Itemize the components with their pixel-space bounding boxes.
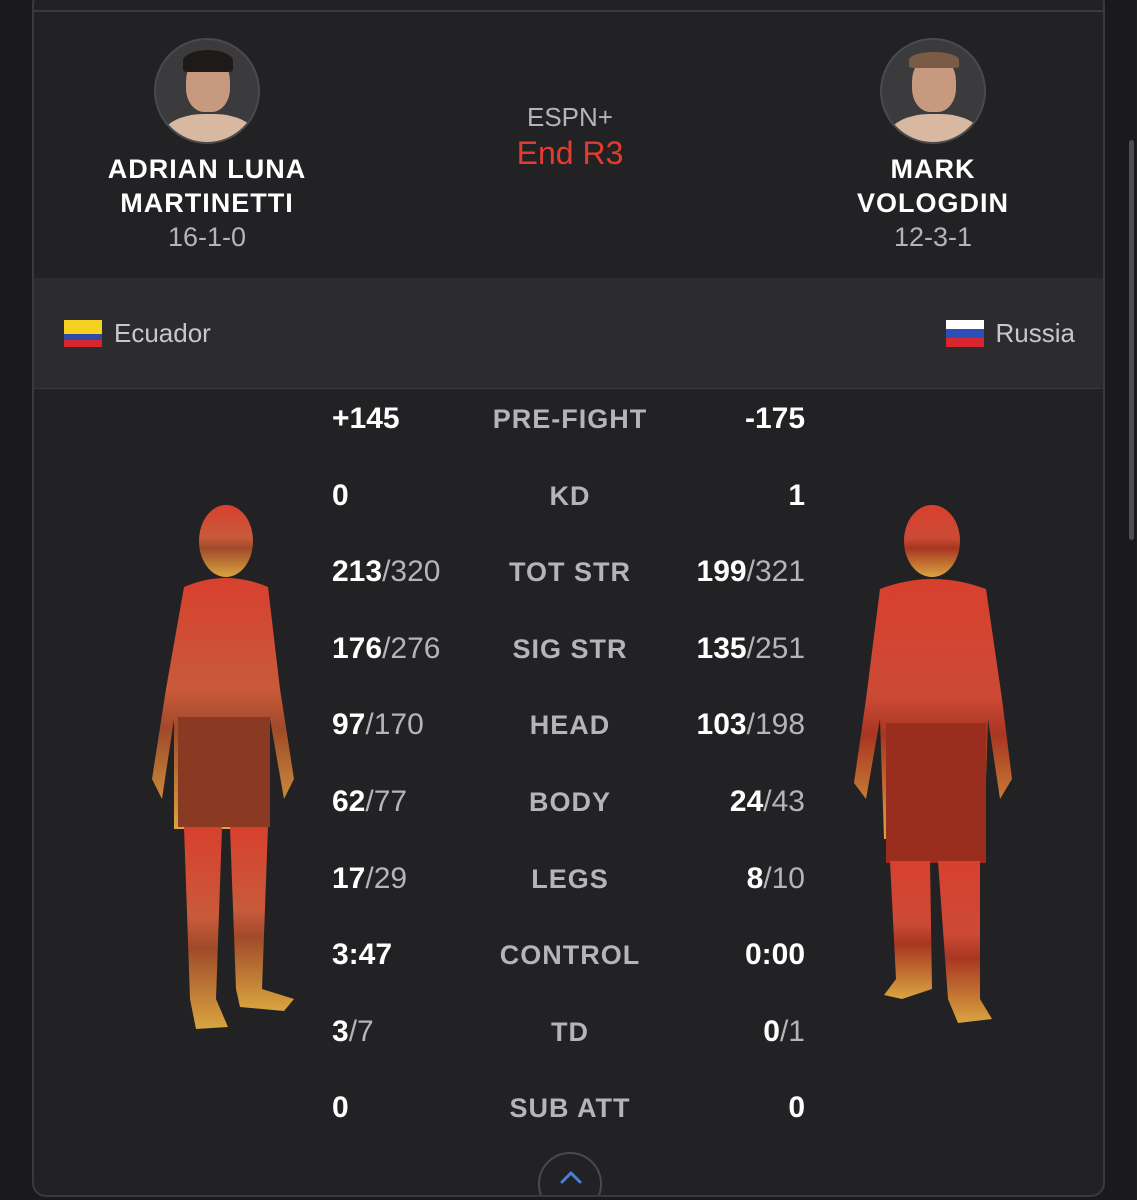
- stat-left-num: 213: [332, 555, 383, 589]
- fighter-left-country: Ecuador: [64, 318, 211, 349]
- stat-label: CONTROL: [499, 940, 641, 971]
- fighter-left-name-line2: MARTINETTI: [120, 188, 294, 218]
- fighter-left-name: ADRIAN LUNA MARTINETTI: [77, 152, 337, 220]
- fighter-right-name-line2: VOLOGDIN: [856, 188, 1009, 218]
- stat-right-value: -175: [745, 399, 805, 439]
- stat-right-value: 24/43: [730, 782, 805, 822]
- stat-left-den: /170: [365, 708, 424, 742]
- fighter-right[interactable]: MARK VOLOGDIN 12-3-1: [803, 38, 1063, 254]
- stat-left-value: 17/29: [332, 859, 407, 899]
- stat-row: +145 PRE-FIGHT -175: [34, 399, 1103, 439]
- stat-left-den: /320: [382, 555, 441, 589]
- fight-card: ADRIAN LUNA MARTINETTI 16-1-0 ESPN+ End …: [32, 0, 1105, 1197]
- stat-right-value: 0:00: [745, 935, 805, 975]
- stat-right-den: /1: [779, 1014, 805, 1048]
- stat-left-num: 0: [332, 478, 349, 512]
- fighter-right-record: 12-3-1: [893, 222, 973, 252]
- stat-right-num: 135: [696, 631, 747, 665]
- stat-label: TD: [551, 1016, 589, 1047]
- stat-row: 3:47 CONTROL 0:00: [34, 935, 1103, 975]
- stat-right-num: 0: [763, 1014, 780, 1048]
- stat-right-value: 135/251: [697, 629, 805, 669]
- scrollbar[interactable]: [1129, 140, 1134, 540]
- ecuador-flag-icon: [64, 320, 102, 347]
- stat-left-num: +145: [332, 402, 400, 435]
- stat-right-value: 0: [788, 1088, 805, 1128]
- stat-row: 176/276 SIG STR 135/251: [34, 629, 1103, 669]
- stat-left-value: 3:47: [332, 935, 392, 975]
- stat-right-den: /10: [763, 861, 805, 895]
- fighter-left[interactable]: ADRIAN LUNA MARTINETTI 16-1-0: [77, 38, 337, 254]
- stat-right-value: 103/198: [697, 705, 805, 745]
- stat-label: HEAD: [529, 710, 611, 741]
- stat-right-value: 1: [788, 476, 805, 516]
- stat-right-num: 1: [788, 478, 805, 512]
- country-bar: Ecuador Russia: [34, 278, 1103, 389]
- stat-label: KD: [549, 480, 591, 511]
- stat-left-num: 3: [332, 1014, 349, 1048]
- russia-flag-icon: [945, 320, 984, 347]
- broadcast-network: ESPN+: [527, 102, 613, 132]
- stat-right-den: /251: [746, 631, 805, 665]
- fighter-left-country-name: Ecuador: [114, 318, 211, 348]
- stat-left-num: 176: [332, 631, 383, 665]
- stat-left-value: 97/170: [332, 705, 424, 745]
- stat-left-value: 3/7: [332, 1012, 374, 1052]
- stat-right-num: 24: [729, 785, 764, 818]
- fighter-right-avatar: [880, 38, 986, 144]
- stat-right-value: 0/1: [763, 1012, 805, 1052]
- stat-left-den: /276: [382, 631, 441, 665]
- stat-left-den: /29: [365, 861, 408, 895]
- fighter-right-country-name: Russia: [995, 318, 1075, 348]
- stat-label: TOT STR: [508, 557, 631, 588]
- stat-right-den: /198: [746, 708, 805, 742]
- stat-row: 17/29 LEGS 8/10: [34, 859, 1103, 899]
- fighter-left-avatar: [154, 38, 260, 144]
- stat-left-num: 17: [332, 861, 366, 895]
- fighter-right-country: Russia: [945, 318, 1075, 349]
- stat-label: PRE-FIGHT: [492, 404, 648, 434]
- stat-left-value: 213/320: [332, 552, 440, 592]
- stat-row: 62/77 BODY 24/43: [34, 782, 1103, 822]
- stat-row: 213/320 TOT STR 199/321: [34, 552, 1103, 592]
- stat-right-den: /43: [763, 785, 805, 818]
- stat-left-value: 0: [332, 476, 349, 516]
- stat-left-value: +145: [332, 399, 400, 439]
- chevron-up-icon: [560, 1171, 582, 1184]
- stat-left-value: 0: [332, 1088, 349, 1128]
- stat-right-num: 0: [788, 1091, 805, 1125]
- stat-label: BODY: [528, 787, 611, 817]
- fighter-left-name-line1: ADRIAN LUNA: [107, 154, 307, 184]
- stat-row: 97/170 HEAD 103/198: [34, 705, 1103, 745]
- stat-left-value: 176/276: [332, 629, 440, 669]
- stat-right-den: /321: [746, 555, 805, 589]
- stat-right-num: 0:00: [744, 938, 805, 972]
- stat-row: 0 KD 1: [34, 476, 1103, 516]
- stat-right-value: 8/10: [747, 859, 805, 899]
- stat-right-num: 103: [696, 708, 747, 742]
- stat-left-den: /7: [348, 1014, 374, 1048]
- stat-right-num: 199: [696, 555, 747, 589]
- stat-right-num: -175: [744, 402, 805, 435]
- stat-label: LEGS: [531, 863, 609, 894]
- stat-label: SIG STR: [512, 633, 628, 664]
- fighter-right-name: MARK VOLOGDIN: [803, 152, 1063, 220]
- stat-label: SUB ATT: [509, 1093, 631, 1124]
- stat-right-num: 8: [746, 861, 764, 895]
- fighter-left-record: 16-1-0: [167, 222, 247, 252]
- stat-left-den: /77: [365, 785, 408, 818]
- stat-row: 0 SUB ATT 0: [34, 1088, 1103, 1128]
- fight-status: End R3: [516, 135, 624, 171]
- stats-area: +145 PRE-FIGHT -175 0 KD 1 213/320 TOT STR 199/3…: [34, 389, 1103, 1195]
- fighter-right-name-line1: MARK: [890, 154, 976, 184]
- event-info: ESPN+ End R3: [470, 100, 670, 172]
- stat-left-num: 0: [332, 1091, 349, 1125]
- stat-left-num: 3:47: [332, 938, 393, 972]
- fight-header: ADRIAN LUNA MARTINETTI 16-1-0 ESPN+ End …: [34, 12, 1103, 278]
- stat-row: 3/7 TD 0/1: [34, 1012, 1103, 1052]
- stat-left-value: 62/77: [332, 782, 407, 822]
- stat-right-value: 199/321: [697, 552, 805, 592]
- stat-left-num: 97: [332, 708, 366, 742]
- stat-left-num: 62: [332, 785, 366, 818]
